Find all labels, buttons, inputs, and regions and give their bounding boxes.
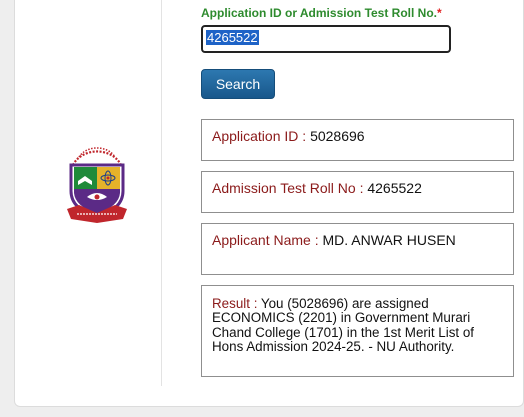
- roll-no-box: Admission Test Roll No : 4265522: [201, 171, 514, 213]
- roll-input[interactable]: 4265522: [201, 25, 451, 53]
- roll-field-label: Application ID or Admission Test Roll No…: [201, 6, 442, 20]
- applicant-name-box: Applicant Name : MD. ANWAR HUSEN: [201, 223, 514, 275]
- search-button[interactable]: Search: [201, 69, 275, 99]
- roll-no-value: 4265522: [367, 180, 422, 196]
- column-divider: [161, 0, 162, 386]
- result-card: Application ID or Admission Test Roll No…: [14, 0, 524, 407]
- result-box: Result : You (5028696) are assigned ECON…: [201, 285, 514, 377]
- required-marker: *: [437, 6, 442, 20]
- roll-no-label: Admission Test Roll No: [212, 180, 356, 196]
- result-label: Result: [212, 296, 250, 311]
- roll-input-value: 4265522: [206, 30, 259, 45]
- application-id-label: Application ID: [212, 128, 299, 144]
- applicant-name-value: MD. ANWAR HUSEN: [322, 232, 456, 248]
- application-id-value: 5028696: [310, 128, 365, 144]
- applicant-name-label: Applicant Name: [212, 232, 311, 248]
- national-university-logo-icon: [67, 147, 127, 223]
- application-id-box: Application ID : 5028696: [201, 119, 514, 161]
